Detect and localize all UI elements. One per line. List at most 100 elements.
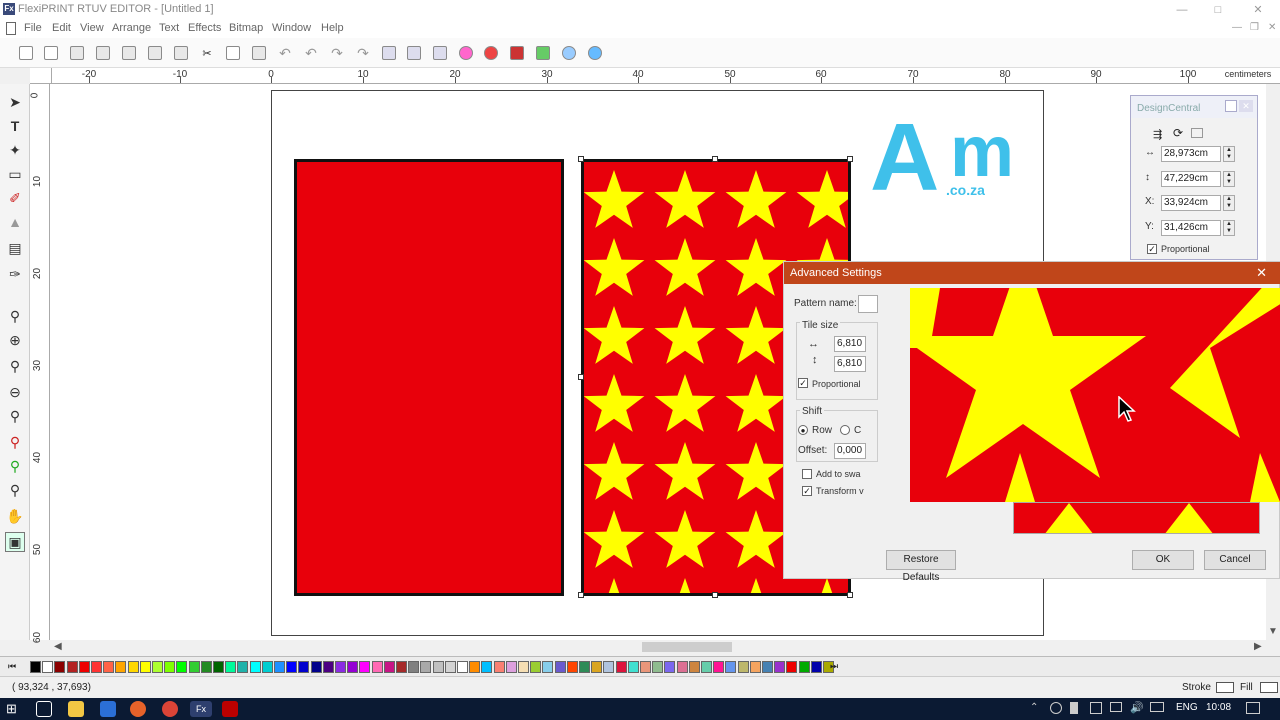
zoom-in-icon[interactable]: ⊕	[5, 330, 25, 350]
minimize-icon[interactable]: —	[1174, 2, 1190, 18]
color-swatch[interactable]	[481, 661, 493, 673]
undo-icon[interactable]: ↶	[275, 43, 295, 63]
swatch-icon[interactable]	[507, 43, 527, 63]
eyedropper-icon[interactable]: ✑	[5, 264, 25, 284]
redo-icon[interactable]: ↷	[327, 43, 347, 63]
restore-defaults-button[interactable]: Restore Defaults	[886, 550, 956, 583]
menu-window[interactable]: Window	[272, 22, 311, 34]
color-swatch[interactable]	[42, 661, 54, 673]
color-swatch[interactable]	[493, 661, 505, 673]
import-icon[interactable]	[119, 43, 139, 63]
dialog-close-icon[interactable]: ✕	[1256, 265, 1267, 281]
color-swatch[interactable]	[152, 661, 163, 673]
tile-height-field[interactable]: 6,810	[834, 356, 866, 372]
color-swatch[interactable]	[66, 661, 78, 673]
color-swatch[interactable]	[469, 661, 481, 673]
zoom-fit-icon[interactable]: ⚲	[5, 456, 25, 476]
ruler-origin[interactable]	[30, 68, 52, 84]
measure-tool-icon[interactable]: ▤	[5, 238, 25, 258]
color-swatch[interactable]	[286, 661, 298, 673]
color-swatch[interactable]	[774, 661, 786, 673]
color-swatch[interactable]	[530, 661, 542, 673]
color-swatch[interactable]	[786, 661, 798, 673]
color-swatch[interactable]	[164, 661, 176, 673]
color-swatch[interactable]	[127, 661, 139, 673]
node-edit-icon[interactable]: ✦	[5, 140, 25, 160]
volume-icon[interactable]: 🔊	[1130, 701, 1144, 714]
selection-handle[interactable]	[578, 592, 584, 598]
color-swatch[interactable]	[615, 661, 627, 673]
selection-handle[interactable]	[712, 156, 718, 162]
fill-tool-icon[interactable]: ▣	[5, 532, 25, 552]
menu-arrange[interactable]: Arrange	[112, 22, 151, 34]
color-swatch[interactable]	[762, 661, 773, 673]
battery-icon[interactable]	[1150, 702, 1164, 712]
task-view-icon[interactable]	[36, 701, 52, 717]
x-spinner[interactable]: ▲ ▼	[1223, 195, 1235, 211]
align-icon[interactable]	[430, 43, 450, 63]
usb-icon[interactable]	[1070, 702, 1078, 714]
color-swatch[interactable]	[810, 661, 822, 673]
file-explorer-icon[interactable]	[68, 701, 84, 717]
color-swatch[interactable]	[749, 661, 761, 673]
text-tool-icon[interactable]: T	[5, 116, 25, 136]
transform-icon[interactable]: ⇶	[1153, 128, 1162, 141]
color-swatch[interactable]	[274, 661, 285, 673]
pen-tool-icon[interactable]: ✐	[5, 188, 25, 208]
menu-help[interactable]: Help	[321, 22, 344, 34]
selection-handle[interactable]	[847, 592, 853, 598]
scroll-right-icon[interactable]: ▶	[1254, 641, 1262, 652]
start-windows-icon[interactable]: ⊞	[6, 701, 22, 717]
color-swatch[interactable]	[518, 661, 529, 673]
cloud-icon[interactable]	[559, 43, 579, 63]
palette-scroll-left-icon[interactable]: ⏮	[8, 661, 19, 673]
color-swatch[interactable]	[188, 661, 200, 673]
tile-width-field[interactable]: 6,810	[834, 336, 866, 352]
vertical-ruler[interactable]: 0 10 20 30 40 50 60	[29, 84, 50, 643]
y-spinner[interactable]: ▲ ▼	[1223, 220, 1235, 236]
menu-edit[interactable]: Edit	[52, 22, 71, 34]
cancel-button[interactable]: Cancel	[1204, 550, 1266, 570]
tray-icon[interactable]	[1090, 702, 1102, 714]
zoom-icon[interactable]: ⚲	[5, 306, 25, 326]
tile-proportional-checkbox[interactable]: ✓	[798, 378, 808, 388]
color-swatch[interactable]	[505, 661, 517, 673]
y-field[interactable]: 31,426cm	[1161, 220, 1221, 236]
rectangle-tool-icon[interactable]: ▭	[5, 164, 25, 184]
color-swatch[interactable]	[103, 661, 115, 673]
color-swatch[interactable]	[322, 661, 334, 673]
width-field[interactable]: 28,973cm	[1161, 146, 1221, 162]
color-swatch[interactable]	[335, 661, 346, 673]
proportional-checkbox[interactable]: ✓	[1147, 244, 1157, 254]
color-swatch[interactable]	[713, 661, 725, 673]
am-logo[interactable]: A m .co.za	[870, 110, 1020, 210]
pattern-name-field[interactable]	[858, 295, 878, 313]
tray-chevron-icon[interactable]: ⌃	[1030, 702, 1038, 713]
mdi-minimize-icon[interactable]: —	[1232, 22, 1242, 33]
color-swatch[interactable]	[396, 661, 407, 673]
width-spinner[interactable]: ▲ ▼	[1223, 146, 1235, 162]
color-swatch[interactable]	[554, 661, 566, 673]
column-radio[interactable]	[840, 425, 850, 435]
mdi-restore-icon[interactable]: ❐	[1250, 22, 1259, 33]
pan-hand-icon[interactable]: ✋	[5, 506, 25, 526]
color-swatch[interactable]	[542, 661, 554, 673]
color-swatch[interactable]	[420, 661, 432, 673]
color-swatch[interactable]	[139, 661, 151, 673]
color-swatch[interactable]	[725, 661, 737, 673]
stroke-swatch[interactable]	[1216, 682, 1234, 693]
save-icon[interactable]	[67, 43, 87, 63]
color-swatch[interactable]	[298, 661, 310, 673]
menu-bitmap[interactable]: Bitmap	[229, 22, 263, 34]
color-swatch[interactable]	[737, 661, 749, 673]
color-swatch[interactable]	[408, 661, 420, 673]
color-swatch[interactable]	[640, 661, 651, 673]
selection-handle[interactable]	[578, 156, 584, 162]
undo-list-icon[interactable]: ↶	[301, 43, 321, 63]
menu-view[interactable]: View	[80, 22, 104, 34]
paste-icon[interactable]	[249, 43, 269, 63]
color-swatch[interactable]	[261, 661, 273, 673]
redo-list-icon[interactable]: ↷	[353, 43, 373, 63]
menu-text[interactable]: Text	[159, 22, 179, 34]
color-swatch[interactable]	[591, 661, 603, 673]
